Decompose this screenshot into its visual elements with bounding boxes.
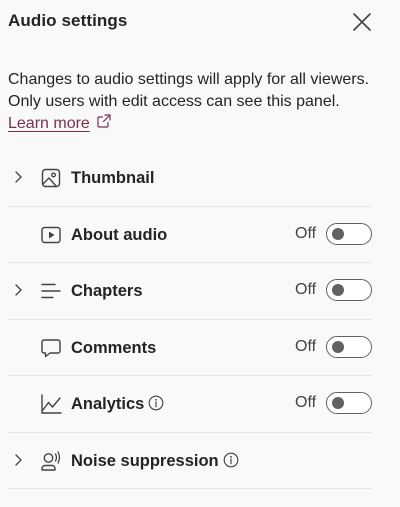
toggle-knob [332,227,344,240]
learn-more-link[interactable]: Learn more [8,115,90,132]
comment-icon [41,338,61,357]
chevron-right-icon[interactable] [12,453,24,467]
panel-title: Audio settings [8,11,128,30]
panel-header: Audio settings [8,10,392,34]
setting-row-noise-suppression[interactable]: Noise suppression [8,433,372,489]
setting-row-about-audio: About audio Off [8,207,372,263]
about-audio-toggle[interactable] [326,222,372,245]
info-icon[interactable] [148,395,164,411]
panel-description: Changes to audio settings will apply for… [8,69,384,135]
toggle-state-text: Off [295,337,317,355]
chevron-right-icon[interactable] [12,283,24,297]
toggle-state-text: Off [295,394,317,411]
toggle-knob [332,284,344,296]
analytics-toggle[interactable] [326,392,372,414]
audio-settings-panel: Audio settings Changes to audio settings… [0,0,400,507]
setting-label: Chapters [71,282,143,300]
person-voice-icon [41,450,61,471]
list-icon [41,283,61,299]
toggle-state-text: Off [295,281,317,298]
settings-list: Thumbnail About audio Off Chapters Off C… [0,150,372,489]
setting-label: Analytics [71,395,164,414]
setting-row-thumbnail[interactable]: Thumbnail [8,150,372,207]
setting-label: About audio [71,225,168,244]
setting-row-comments: Comments Off [8,320,372,376]
toggle-knob [332,340,344,353]
close-icon [353,13,371,31]
setting-label: Thumbnail [71,169,155,187]
image-icon [41,168,61,188]
toggle-state-text: Off [295,224,317,242]
description-text: Changes to audio settings will apply for… [8,71,370,110]
setting-row-analytics: Analytics Off [8,376,372,433]
chevron-right-icon[interactable] [12,170,24,184]
toggle-knob [332,397,344,409]
setting-row-chapters[interactable]: Chapters Off [8,263,372,320]
play-icon [41,226,61,243]
info-icon[interactable] [223,452,239,468]
chart-icon [41,394,62,414]
external-link-icon [97,114,111,128]
setting-label: Noise suppression [71,452,239,471]
setting-label: Comments [71,338,157,357]
comments-toggle[interactable] [326,335,372,358]
chapters-toggle[interactable] [326,279,372,301]
close-button[interactable] [350,10,374,34]
